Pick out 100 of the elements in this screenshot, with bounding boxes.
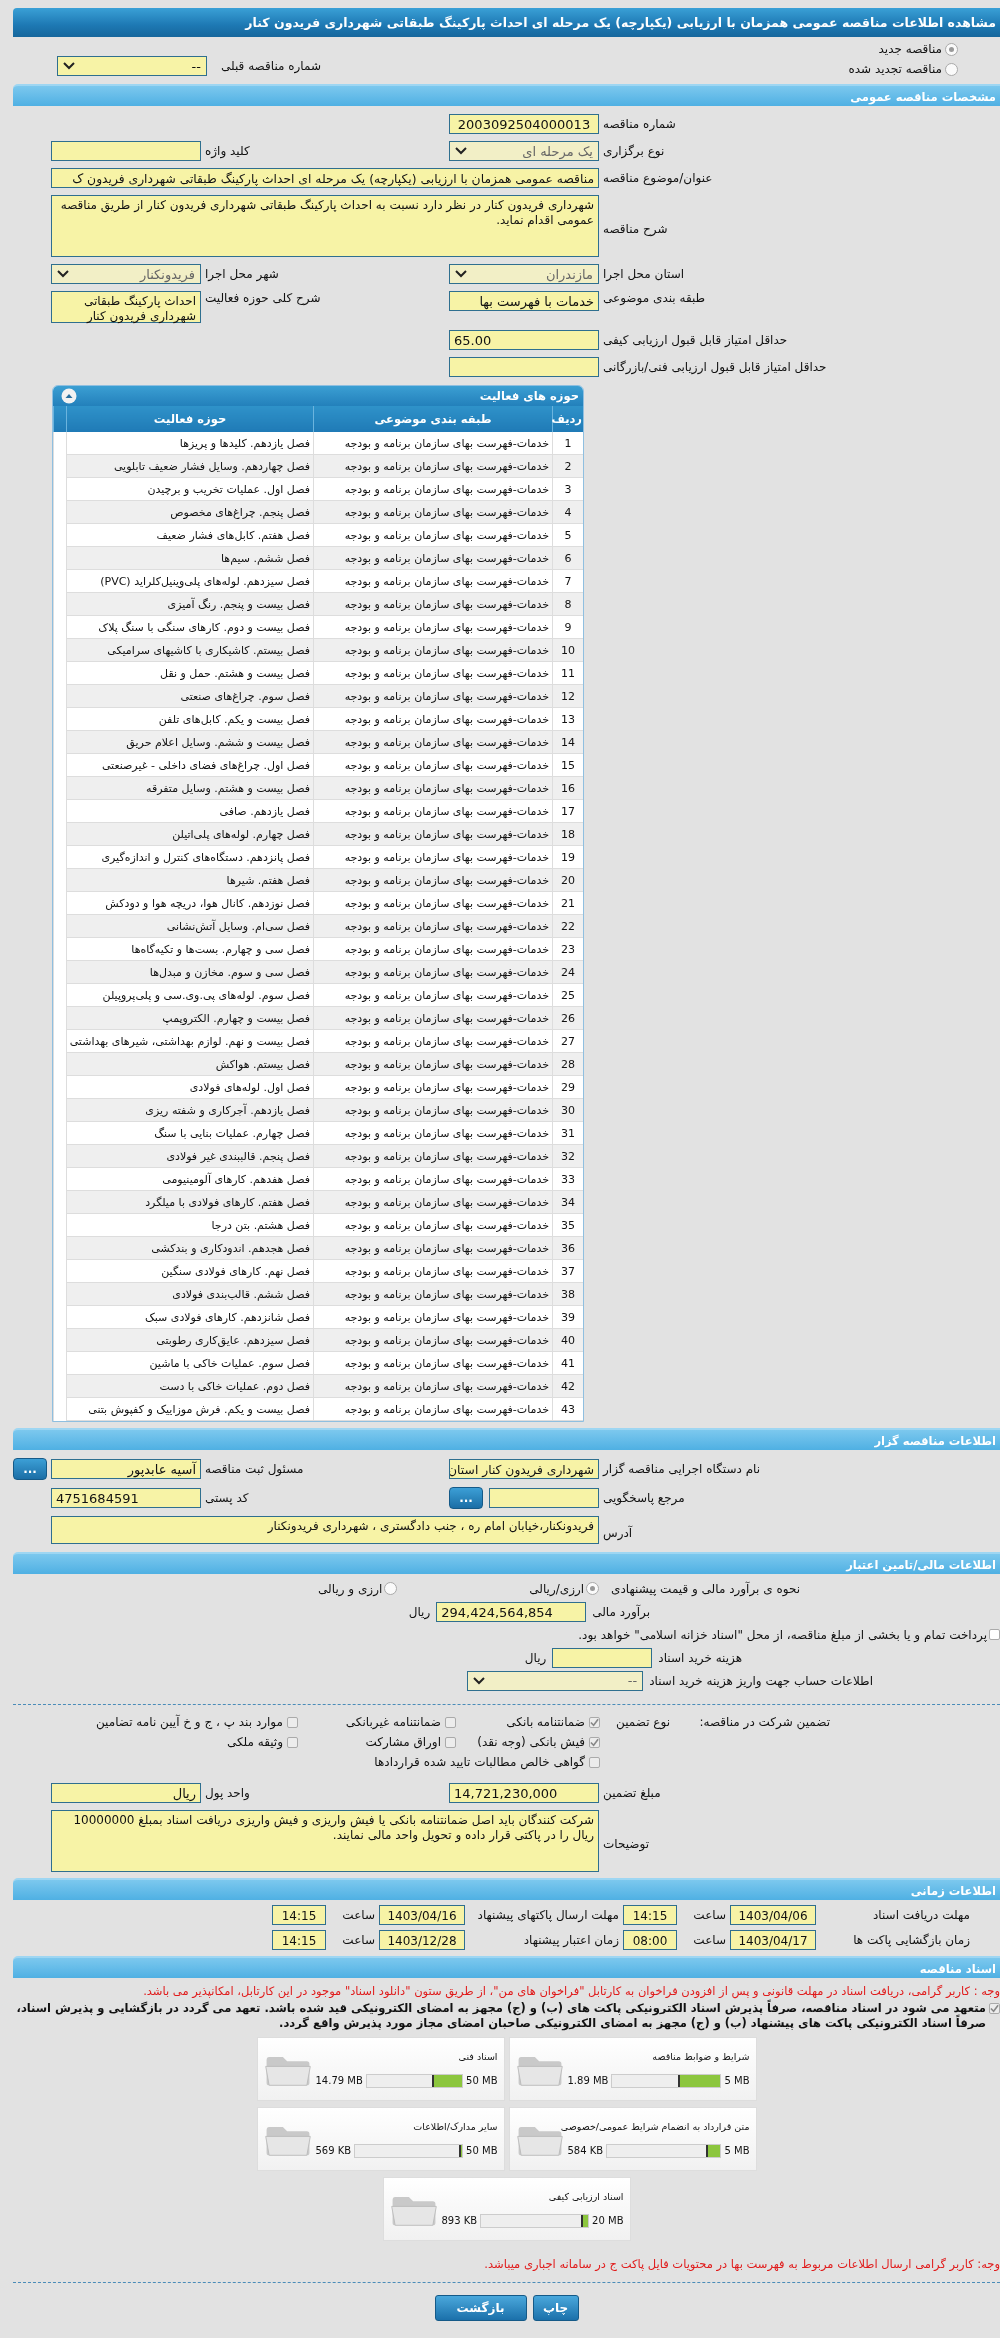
table-cell: خدمات-فهرست بهای سازمان برنامه و بودجه bbox=[313, 891, 553, 915]
input-field[interactable]: 14,721,230,000 bbox=[449, 1783, 599, 1803]
checkbox[interactable] bbox=[989, 1629, 1000, 1640]
section-header: اطلاعات مناقصه گزار bbox=[13, 1428, 1000, 1450]
more-button[interactable]: ... bbox=[449, 1487, 483, 1509]
table-cell: فصل نهم. کارهای فولادی سنگین bbox=[66, 1259, 314, 1283]
table-cell: 31 bbox=[552, 1121, 583, 1145]
input-field[interactable] bbox=[489, 1488, 599, 1508]
input-field[interactable]: مناقصه عمومی همزمان با ارزیابی (یکپارچه) یک مرحله ای احداث پارکینگ طبقاتی شهرداری فریدون ک bbox=[51, 168, 599, 188]
input-field[interactable]: 1403/04/17 bbox=[730, 1930, 816, 1950]
input-field[interactable]: 1403/04/16 bbox=[379, 1905, 465, 1925]
input-field[interactable]: 14:15 bbox=[623, 1905, 677, 1925]
checkbox[interactable] bbox=[287, 1716, 298, 1728]
column-header[interactable]: ردیف bbox=[552, 406, 583, 432]
table-cell: 34 bbox=[552, 1190, 583, 1214]
checkbox[interactable] bbox=[589, 1756, 600, 1768]
table-cell: 12 bbox=[552, 684, 583, 708]
more-button[interactable]: ... bbox=[13, 1458, 47, 1480]
dropdown[interactable]: یک مرحله ای bbox=[449, 141, 599, 161]
table-cell: 24 bbox=[552, 960, 583, 984]
checkbox[interactable] bbox=[989, 2003, 1000, 2014]
table-cell: 23 bbox=[552, 937, 583, 961]
input-field[interactable]: 14:15 bbox=[272, 1905, 326, 1925]
field-label: طبقه بندی موضوعی bbox=[603, 291, 707, 305]
dropdown[interactable]: مازندران bbox=[449, 264, 599, 284]
radio-button[interactable] bbox=[945, 62, 958, 76]
table-cell: خدمات-فهرست بهای سازمان برنامه و بودجه bbox=[313, 707, 553, 731]
radio-button[interactable] bbox=[586, 1582, 600, 1595]
print-button[interactable]: چاپ bbox=[532, 2295, 579, 2321]
table-cell: 29 bbox=[552, 1075, 583, 1099]
checkbox[interactable] bbox=[445, 1736, 456, 1748]
notice-text: وجه : کاربر گرامی، دریافت اسناد در مهلت قانونی و پس از افزودن فراخوان به کارتابل "فراخوان های من"، از طریق ستون "دانلود اسناد" موجود در این کارتابل، امکانپذیر می باشد. bbox=[142, 1984, 1000, 1999]
caret-icon bbox=[455, 147, 467, 155]
table-cell: خدمات-فهرست بهای سازمان برنامه و بودجه bbox=[313, 592, 553, 616]
table-cell: فصل بیست و هشتم. حمل و نقل bbox=[66, 661, 314, 685]
table-cell: 25 bbox=[552, 983, 583, 1007]
checkbox[interactable] bbox=[287, 1736, 298, 1748]
checkbox[interactable] bbox=[589, 1716, 600, 1728]
field-label: اطلاعات حساب جهت واریز هزینه خرید اسناد bbox=[649, 1673, 873, 1688]
input-field[interactable]: 65.00 bbox=[449, 330, 599, 350]
input-field[interactable]: 4751684591 bbox=[51, 1488, 201, 1508]
collapse-icon[interactable] bbox=[61, 388, 77, 404]
section-header: مشخصات مناقصه عمومی bbox=[13, 84, 1000, 106]
caret-icon bbox=[63, 62, 75, 70]
table-cell: فصل اول. لوله‌های فولادی bbox=[66, 1075, 314, 1099]
table-cell: فصل سی‌ام. وسایل آتش‌نشانی bbox=[66, 914, 314, 938]
table-cell: فصل سوم. لوله‌های پی.وی.سی و پلی‌پروپیلن bbox=[66, 983, 314, 1007]
table-cell: خدمات-فهرست بهای سازمان برنامه و بودجه bbox=[313, 1305, 553, 1329]
checkbox[interactable] bbox=[445, 1716, 456, 1728]
input-field[interactable] bbox=[449, 357, 599, 377]
dropdown[interactable]: -- bbox=[467, 1670, 644, 1691]
caret-icon bbox=[57, 270, 69, 278]
size-limit: 50 MB bbox=[466, 2075, 498, 2086]
table-cell: فصل یازدهم. آجرکاری و شفته ریزی bbox=[66, 1098, 314, 1122]
dropdown[interactable]: -- bbox=[57, 56, 207, 76]
input-field[interactable]: 08:00 bbox=[623, 1930, 677, 1950]
input-field[interactable]: 1403/12/28 bbox=[379, 1930, 465, 1950]
input-field[interactable]: آسیه عابدپور bbox=[51, 1459, 201, 1479]
table-cell: خدمات-فهرست بهای سازمان برنامه و بودجه bbox=[313, 638, 553, 662]
radio-button[interactable] bbox=[945, 42, 958, 56]
input-field[interactable]: خدمات با فهرست بها bbox=[449, 291, 599, 311]
checkbox-label: اوراق مشارکت bbox=[365, 1735, 441, 1749]
table-cell: خدمات-فهرست بهای سازمان برنامه و بودجه bbox=[313, 1075, 553, 1099]
dropdown[interactable]: فریدونکنار bbox=[51, 264, 201, 284]
table-cell: 38 bbox=[552, 1282, 583, 1306]
input-field[interactable]: ریال bbox=[51, 1783, 201, 1803]
table-cell: خدمات-فهرست بهای سازمان برنامه و بودجه bbox=[313, 799, 553, 823]
table-cell: 41 bbox=[552, 1351, 583, 1375]
input-field[interactable]: 294,424,564,854 bbox=[436, 1601, 587, 1622]
table-cell: خدمات-فهرست بهای سازمان برنامه و بودجه bbox=[313, 1282, 553, 1306]
checkbox[interactable] bbox=[589, 1736, 600, 1748]
input-field[interactable]: 2003092504000013 bbox=[449, 114, 599, 134]
input-field[interactable]: 14:15 bbox=[272, 1930, 326, 1950]
table-cell: خدمات-فهرست بهای سازمان برنامه و بودجه bbox=[313, 546, 553, 570]
input-field[interactable]: شرکت کنندگان باید اصل ضمانتنامه بانکی یا فیش واریزی و فیش واریزی دریافت اسناد بمبلغ 10000000 ریال را در پاکتی قرار داده و تحویل واحد مالی نمایند. bbox=[51, 1810, 599, 1872]
input-field[interactable] bbox=[552, 1647, 653, 1668]
table-cell: فصل چهارم. لوله‌های پلی‌اتیلن bbox=[66, 822, 314, 846]
column-header[interactable]: طبقه بندی موضوعی bbox=[313, 406, 553, 432]
back-button[interactable]: بازگشت bbox=[434, 2295, 527, 2321]
input-field[interactable]: احداث پارکینگ طبقاتی شهرداری فریدون کنار bbox=[51, 291, 201, 323]
table-cell: خدمات-فهرست بهای سازمان برنامه و بودجه bbox=[313, 1397, 553, 1421]
input-field[interactable]: 1403/04/06 bbox=[730, 1905, 816, 1925]
table-cell: خدمات-فهرست بهای سازمان برنامه و بودجه bbox=[313, 1144, 553, 1168]
input-field[interactable]: شهرداری فریدون کنار در نظر دارد نسبت به احداث پارکینگ طبقاتی شهرداری فریدون کنار از طریق مناقصه عمومی اقدام نماید. bbox=[51, 195, 599, 257]
radio-button[interactable] bbox=[384, 1582, 398, 1595]
input-field[interactable] bbox=[51, 141, 201, 161]
table-cell: 1 bbox=[552, 432, 583, 455]
field-label: حداقل امتیاز قابل قبول ارزیابی کیفی bbox=[603, 333, 789, 347]
table-cell: فصل بیست و یکم. کابل‌های تلفن bbox=[66, 707, 314, 731]
table-cell: فصل هفدهم. کارهای آلومینیومی bbox=[66, 1167, 314, 1191]
radio-label: مناقصه جدید bbox=[878, 42, 942, 56]
input-field[interactable]: فریدونکنار،خیابان امام ره ، جنب دادگستری ، شهرداری فریدونکنار bbox=[51, 1516, 599, 1544]
table-cell: 32 bbox=[552, 1144, 583, 1168]
table-cell: خدمات-فهرست بهای سازمان برنامه و بودجه bbox=[313, 569, 553, 593]
table-cell: خدمات-فهرست بهای سازمان برنامه و بودجه bbox=[313, 730, 553, 754]
table-cell: 22 bbox=[552, 914, 583, 938]
table-cell: فصل سوم. چراغ‌های صنعتی bbox=[66, 684, 314, 708]
column-header[interactable]: حوزه فعالیت bbox=[66, 406, 314, 432]
table-cell: خدمات-فهرست بهای سازمان برنامه و بودجه bbox=[313, 661, 553, 685]
table-cell: خدمات-فهرست بهای سازمان برنامه و بودجه bbox=[313, 1259, 553, 1283]
